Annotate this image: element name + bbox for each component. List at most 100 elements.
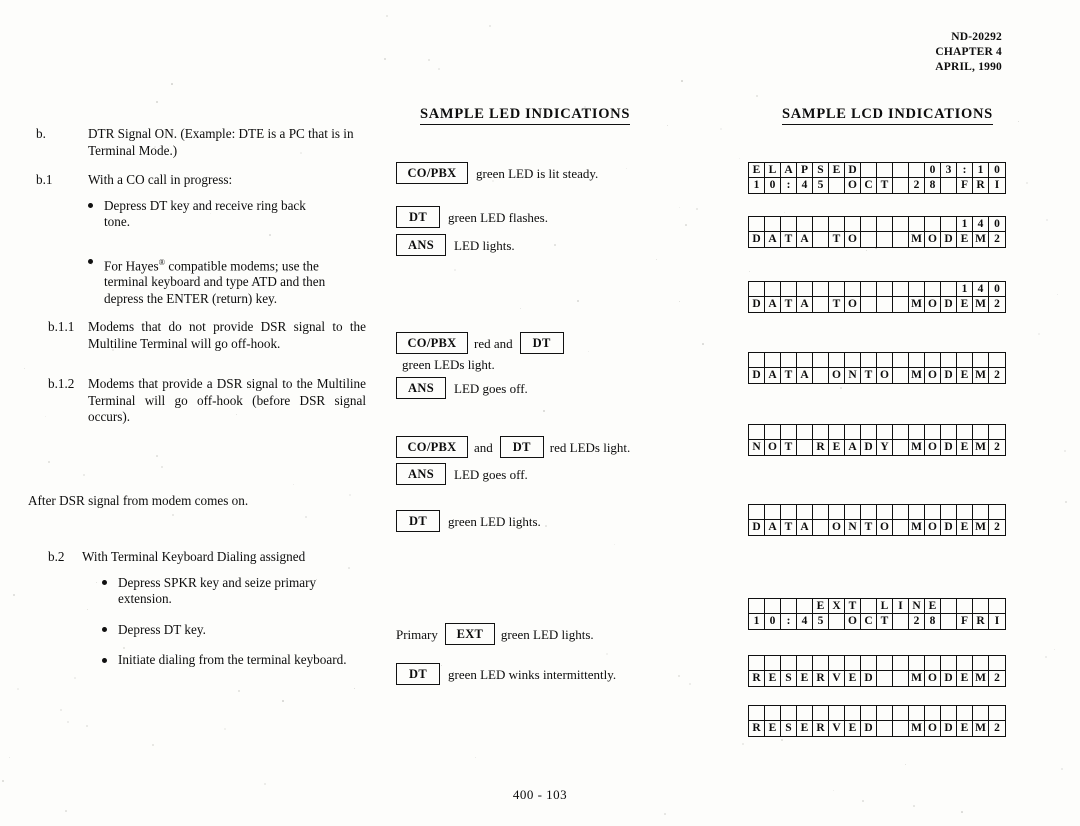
lcd-cell-0-13: : [957, 163, 973, 178]
lcd-row [749, 425, 1005, 440]
lcd-row: DATAONTOMODEM2 [749, 520, 1005, 535]
lcd-cell-1-4 [813, 297, 829, 312]
lcd-cell-0-0 [749, 353, 765, 368]
keycap-dt[interactable]: DT [519, 332, 564, 354]
led-text-dt-green-lights: green LED lights. [448, 513, 541, 529]
lcd-cell-1-6: O [845, 614, 861, 629]
lcd-cell-0-0: E [749, 163, 765, 178]
header-chapter: CHAPTER 4 [935, 46, 1002, 58]
lcd-cell-1-14: M [973, 440, 989, 455]
lcd-cell-0-5 [829, 282, 845, 297]
lcd-cell-0-7 [861, 163, 877, 178]
lcd-elapsed: ELAPSED03:1010:45OCT28FRI [748, 162, 1006, 194]
lcd-cell-1-13: E [957, 232, 973, 247]
keycap-co-pbx[interactable]: CO/PBX [396, 162, 468, 184]
lcd-cell-0-15 [989, 353, 1005, 368]
lcd-cell-0-12 [941, 656, 957, 671]
lcd-cell-0-14: 4 [973, 217, 989, 232]
lcd-cell-1-13: E [957, 440, 973, 455]
list-item-b2-text: With Terminal Keyboard Dialing assigned [82, 549, 306, 564]
lcd-cell-1-6: O [845, 178, 861, 193]
lcd-cell-0-4 [813, 656, 829, 671]
lcd-cell-0-5: E [829, 163, 845, 178]
lcd-cell-1-14: M [973, 721, 989, 736]
lcd-cell-1-8: T [877, 178, 893, 193]
lcd-cell-0-3 [797, 505, 813, 520]
led-text-ans-off: LED goes off. [454, 380, 528, 396]
led-text-green-leds-light: green LEDs light. [402, 357, 495, 372]
lcd-cell-1-11: O [925, 671, 941, 686]
lcd-cell-0-4 [813, 282, 829, 297]
lcd-cell-0-9 [893, 706, 909, 721]
lcd-cell-0-3 [797, 282, 813, 297]
scan-speck [48, 461, 51, 464]
scan-speck [520, 308, 521, 309]
lcd-cell-0-10 [909, 217, 925, 232]
lcd-cell-1-2: T [781, 232, 797, 247]
lcd-cell-0-0 [749, 282, 765, 297]
keycap-dt[interactable]: DT [396, 206, 440, 228]
lcd-cell-0-8 [877, 656, 893, 671]
lcd-cell-1-6: N [845, 368, 861, 383]
led-ans-lights: ANS LED lights. [396, 234, 726, 259]
lcd-cell-0-0 [749, 706, 765, 721]
lcd-row: NOTREADYMODEM2 [749, 440, 1005, 455]
lcd-cell-0-1: L [765, 163, 781, 178]
lcd-cell-1-9 [893, 614, 909, 629]
lcd-cell-1-14: M [973, 520, 989, 535]
lcd-cell-0-3 [797, 425, 813, 440]
lcd-cell-1-9 [893, 671, 909, 686]
lcd-cell-1-1: E [765, 671, 781, 686]
scan-speck [65, 810, 67, 812]
keycap-copbx[interactable]: CO/PBX [396, 332, 468, 354]
lcd-cell-1-13: E [957, 520, 973, 535]
lcd-cell-1-11: O [925, 368, 941, 383]
lcd-cell-1-6: E [845, 671, 861, 686]
keycap-dt[interactable]: DT [499, 436, 544, 458]
lcd-cell-0-7 [861, 425, 877, 440]
lcd-cell-1-4 [813, 368, 829, 383]
lcd-row: RESERVEDMODEM2 [749, 721, 1005, 736]
lcd-cell-1-3: A [797, 297, 813, 312]
keycap-copbx[interactable]: CO/PBX [396, 436, 468, 458]
keycap-dt[interactable]: DT [396, 510, 440, 532]
lcd-cell-1-13: E [957, 721, 973, 736]
lcd-cell-0-2 [781, 353, 797, 368]
lcd-cell-1-1: A [765, 368, 781, 383]
lcd-data-to-modem2-a: 140DATATOMODEM2 [748, 216, 1006, 248]
lcd-cell-1-9 [893, 297, 909, 312]
lcd-reserved-modem2-b: RESERVEDMODEM2 [748, 705, 1006, 737]
keycap-ans[interactable]: ANS [396, 234, 446, 256]
lcd-cell-0-11: E [925, 599, 941, 614]
bullet-3-text: Depress SPKR key and seize primary exten… [118, 574, 317, 607]
bullet-1-line-b: tone. [104, 214, 131, 229]
keycap-ans[interactable]: ANS [396, 463, 446, 485]
scan-speck [86, 725, 88, 727]
led-text-red-leds-light: red LEDs light. [549, 439, 631, 455]
lcd-cell-0-13 [957, 353, 973, 368]
lcd-cell-0-14 [973, 599, 989, 614]
lcd-cell-0-4 [813, 217, 829, 232]
lcd-cell-0-13: 1 [957, 217, 973, 232]
lcd-cell-1-15: 2 [994, 441, 1000, 453]
scan-speck [679, 301, 681, 303]
lcd-cell-1-9 [893, 721, 909, 736]
scan-speck [913, 805, 915, 807]
lcd-cell-1-9 [893, 232, 909, 247]
scan-speck [354, 688, 356, 690]
lcd-cell-1-1: E [765, 721, 781, 736]
lcd-cell-1-15: 2 [994, 298, 1000, 310]
bullet-dot-icon [88, 259, 93, 264]
lcd-cell-0-14 [973, 656, 989, 671]
lcd-cell-0-15 [989, 505, 1005, 520]
lcd-cell-1-0: 1 [749, 178, 765, 193]
scan-speck [720, 128, 723, 131]
keycap-dt[interactable]: DT [396, 663, 440, 685]
lcd-cell-0-6 [845, 353, 861, 368]
lcd-cell-1-15: 2 [994, 722, 1000, 734]
keycap-ans[interactable]: ANS [396, 377, 446, 399]
scan-speck [961, 811, 963, 813]
lcd-cell-0-6 [845, 505, 861, 520]
keycap-ext[interactable]: EXT [444, 623, 495, 645]
led-group-primary-ext: Primary EXT green LED lights. [396, 623, 726, 648]
